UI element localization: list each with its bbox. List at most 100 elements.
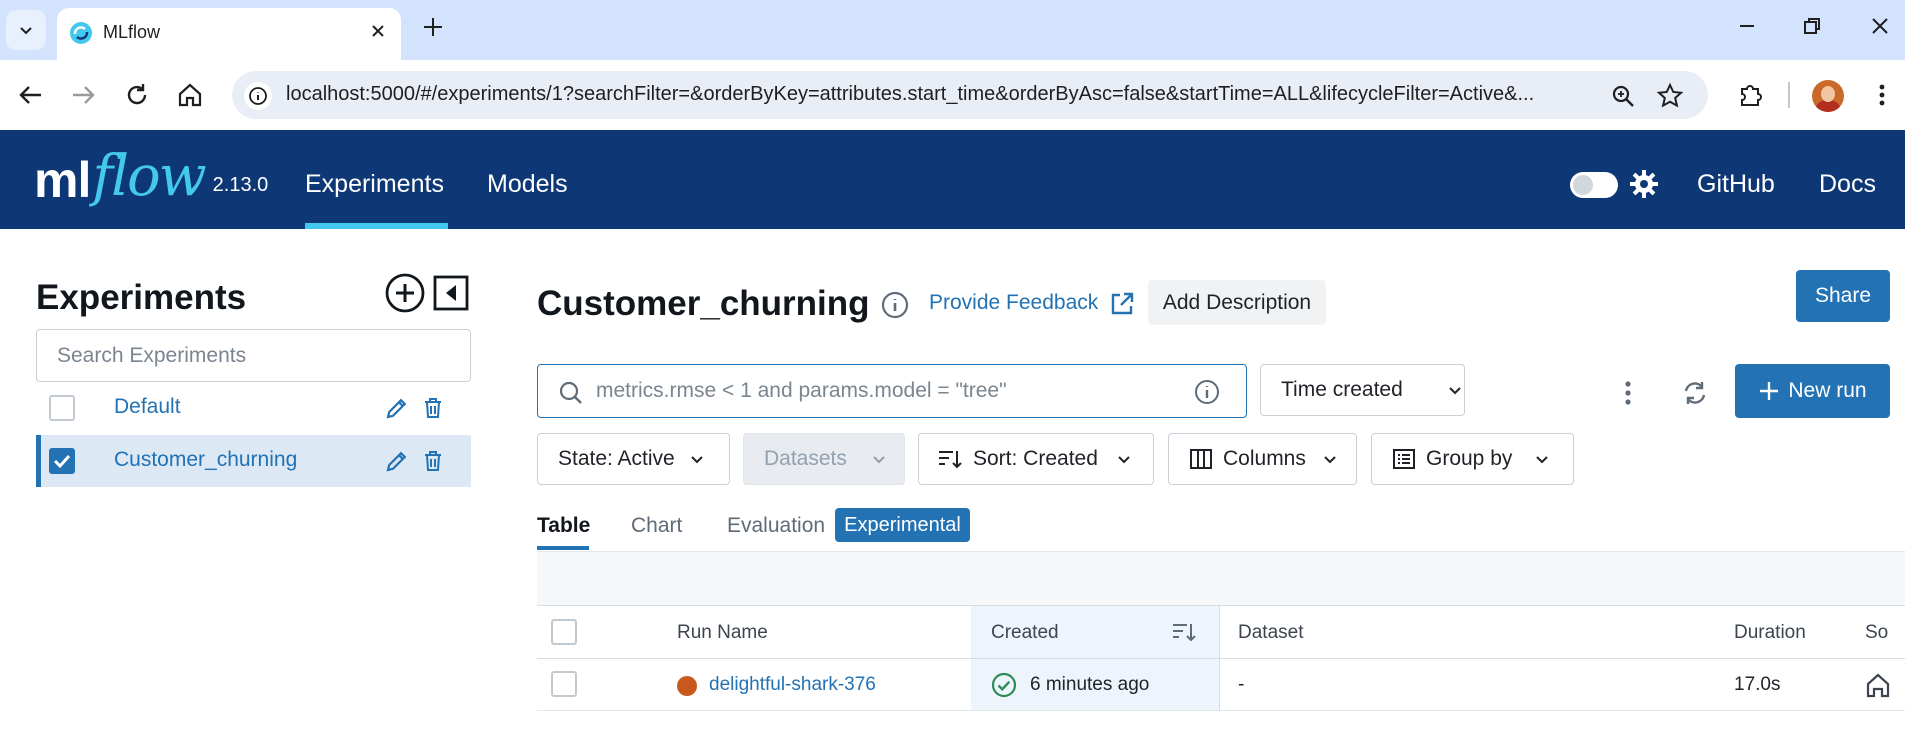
tab-evaluation[interactable]: Evaluation xyxy=(727,514,825,538)
new-tab-icon[interactable] xyxy=(420,14,446,40)
bookmark-star-icon[interactable] xyxy=(1656,82,1684,110)
table-row: delightful-shark-376 6 minutes ago - 17.… xyxy=(537,659,1905,711)
run-color-dot[interactable] xyxy=(677,676,697,696)
experiments-search-input[interactable] xyxy=(37,330,470,381)
close-tab-icon[interactable] xyxy=(367,20,389,42)
trash-icon[interactable] xyxy=(422,449,444,473)
time-created-dropdown[interactable]: Time created xyxy=(1260,364,1465,416)
run-created: 6 minutes ago xyxy=(1030,674,1150,695)
create-experiment-icon[interactable] xyxy=(384,272,426,314)
experiment-item-customer-churning[interactable]: Customer_churning xyxy=(36,435,471,487)
mlflow-logo[interactable]: ml flow 2.13.0 xyxy=(34,144,268,209)
mlflow-favicon-icon xyxy=(70,22,92,44)
url-text[interactable]: localhost:5000/#/experiments/1?searchFil… xyxy=(286,83,1626,106)
plus-icon xyxy=(1760,382,1779,400)
version-label: 2.13.0 xyxy=(212,174,269,196)
tab-table[interactable]: Table xyxy=(537,514,590,538)
refresh-icon[interactable] xyxy=(1680,378,1710,408)
row-checkbox[interactable] xyxy=(551,671,577,697)
active-nav-indicator xyxy=(305,223,448,229)
runs-search[interactable] xyxy=(537,364,1247,418)
edit-pencil-icon[interactable] xyxy=(384,395,410,421)
datasets-filter-dropdown[interactable]: Datasets xyxy=(743,433,905,485)
search-icon xyxy=(559,381,582,404)
back-icon[interactable] xyxy=(16,80,46,110)
extensions-icon[interactable] xyxy=(1736,80,1766,110)
column-header-created[interactable]: Created xyxy=(991,622,1059,644)
select-all-checkbox[interactable] xyxy=(551,619,577,645)
site-info-icon[interactable] xyxy=(244,82,272,110)
provide-feedback-link[interactable]: Provide Feedback xyxy=(929,291,1098,315)
github-link[interactable]: GitHub xyxy=(1697,170,1775,199)
info-icon[interactable] xyxy=(880,290,910,320)
experiment-item-default[interactable]: Default xyxy=(36,382,471,434)
forward-icon[interactable] xyxy=(68,80,98,110)
browser-menu-icon[interactable] xyxy=(1870,80,1894,110)
more-options-icon[interactable] xyxy=(1618,378,1638,408)
column-header-dataset[interactable]: Dataset xyxy=(1238,622,1303,644)
home-source-icon[interactable] xyxy=(1865,671,1891,699)
chevron-down-icon xyxy=(1324,456,1336,464)
restore-icon[interactable] xyxy=(1800,14,1824,38)
experiments-search[interactable] xyxy=(36,329,471,382)
chevron-down-icon xyxy=(873,456,885,464)
table-column-group-bar xyxy=(537,551,1905,606)
run-dataset: - xyxy=(1238,674,1245,695)
toolbar-divider xyxy=(1788,82,1790,108)
column-header-source[interactable]: So xyxy=(1865,622,1888,644)
gear-icon[interactable] xyxy=(1628,168,1660,200)
columns-icon xyxy=(1190,449,1212,469)
check-circle-icon xyxy=(991,672,1017,698)
experiment-checkbox[interactable] xyxy=(49,395,75,421)
add-description-button[interactable]: Add Description xyxy=(1148,280,1326,325)
sidebar-title: Experiments xyxy=(36,278,247,317)
edit-pencil-icon[interactable] xyxy=(384,448,410,474)
mlflow-header: ml flow 2.13.0 Experiments Models GitHub … xyxy=(0,130,1905,229)
experimental-badge: Experimental xyxy=(835,508,970,542)
experiment-title: Customer_churning xyxy=(537,284,870,323)
address-bar[interactable]: localhost:5000/#/experiments/1?searchFil… xyxy=(232,71,1708,119)
profile-avatar[interactable] xyxy=(1812,80,1844,112)
tab-chart[interactable]: Chart xyxy=(631,514,682,538)
collapse-sidebar-icon[interactable] xyxy=(432,274,470,312)
nav-experiments[interactable]: Experiments xyxy=(305,170,444,199)
sort-descending-icon[interactable] xyxy=(1171,620,1197,644)
columns-dropdown[interactable]: Columns xyxy=(1168,433,1357,485)
experiment-name[interactable]: Default xyxy=(114,395,181,419)
chevron-down-icon xyxy=(691,456,703,464)
external-link-icon[interactable] xyxy=(1108,290,1136,318)
chevron-down-icon xyxy=(20,27,32,35)
table-header: Run Name Created Dataset Duration So xyxy=(537,606,1905,659)
browser-tab[interactable]: MLflow xyxy=(57,8,401,60)
search-help-icon[interactable] xyxy=(1194,379,1220,405)
docs-link[interactable]: Docs xyxy=(1819,170,1876,199)
checkmark-icon xyxy=(53,454,71,469)
browser-tab-strip: MLflow xyxy=(0,0,1905,60)
sort-icon xyxy=(939,451,962,469)
nav-models[interactable]: Models xyxy=(487,170,568,199)
sort-dropdown[interactable]: Sort: Created xyxy=(918,433,1154,485)
state-filter-dropdown[interactable]: State: Active xyxy=(537,433,730,485)
reload-icon[interactable] xyxy=(122,80,152,110)
minimize-icon[interactable] xyxy=(1735,14,1759,38)
zoom-icon[interactable] xyxy=(1610,83,1636,109)
chevron-down-icon xyxy=(1536,456,1549,464)
run-duration: 17.0s xyxy=(1734,674,1781,695)
tab-search-button[interactable] xyxy=(6,10,46,50)
runs-search-input[interactable] xyxy=(596,365,1186,417)
column-header-duration[interactable]: Duration xyxy=(1734,622,1806,644)
home-icon[interactable] xyxy=(175,80,205,110)
run-name-link[interactable]: delightful-shark-376 xyxy=(709,674,876,696)
column-header-run-name[interactable]: Run Name xyxy=(677,622,768,644)
chevron-down-icon xyxy=(1118,456,1130,464)
close-window-icon[interactable] xyxy=(1868,14,1892,38)
experiment-checkbox-checked[interactable] xyxy=(49,448,75,474)
trash-icon[interactable] xyxy=(422,396,444,420)
chevron-down-icon xyxy=(1449,387,1461,395)
active-tab-indicator xyxy=(537,546,589,550)
dark-mode-toggle[interactable] xyxy=(1570,172,1618,198)
new-run-button[interactable]: New run xyxy=(1735,364,1890,418)
experiment-name[interactable]: Customer_churning xyxy=(114,448,297,472)
share-button[interactable]: Share xyxy=(1796,270,1890,322)
group-by-dropdown[interactable]: Group by xyxy=(1371,433,1574,485)
